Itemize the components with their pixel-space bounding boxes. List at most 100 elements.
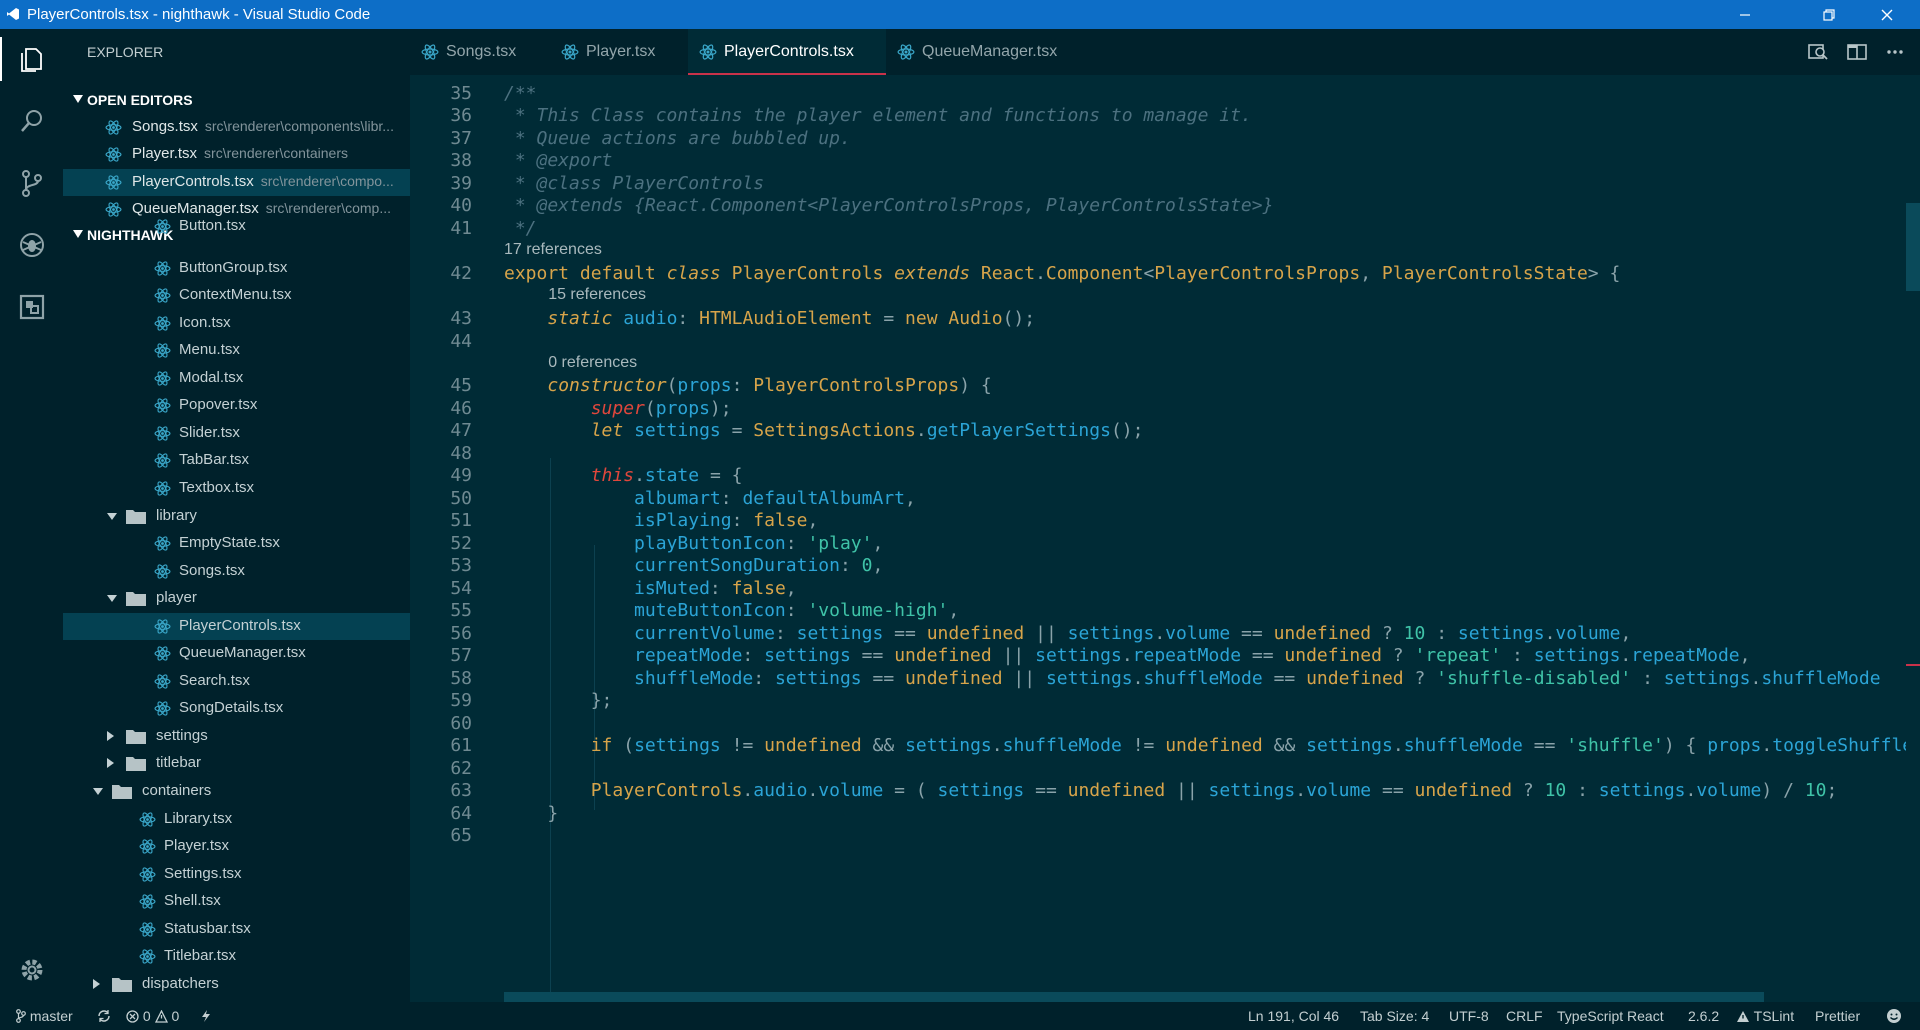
code-text: * @extends {React.Component<PlayerContro… xyxy=(504,195,1274,216)
split-editor-icon[interactable] xyxy=(1846,41,1868,63)
open-editors-section[interactable]: OPEN EDITORS xyxy=(63,88,410,113)
tree-item-label: Modal.tsx xyxy=(179,368,244,386)
tree-file-item[interactable]: Icon.tsx xyxy=(63,310,410,337)
tree-file-item[interactable]: Player.tsx xyxy=(63,833,410,860)
tree-file-item[interactable]: Modal.tsx xyxy=(63,365,410,392)
tree-folder-item[interactable]: player xyxy=(63,585,410,612)
tslint-label: TSLint xyxy=(1753,1008,1795,1024)
tree-file-item[interactable]: Popover.tsx xyxy=(63,392,410,419)
folder-icon xyxy=(125,755,147,772)
activity-search[interactable] xyxy=(0,91,63,151)
code-text: currentSongDuration: 0, xyxy=(634,555,884,576)
horizontal-scrollbar[interactable] xyxy=(504,992,1764,1002)
tree-item-label: SongDetails.tsx xyxy=(179,699,284,717)
activity-manage[interactable] xyxy=(0,940,63,1000)
react-file-icon xyxy=(154,397,171,414)
tree-file-item[interactable]: ButtonGroup.tsx xyxy=(63,255,410,282)
tree-file-item[interactable]: Statusbar.tsx xyxy=(63,916,410,943)
tree-item-label: Settings.tsx xyxy=(164,864,242,882)
activity-explorer[interactable] xyxy=(0,29,63,89)
code-text: PlayerControls.audio.volume = ( settings… xyxy=(590,780,1838,801)
prettier-status[interactable]: Prettier xyxy=(1815,1008,1860,1024)
open-editor-item[interactable]: Player.tsx src\renderer\containers xyxy=(63,141,410,168)
open-editors-label: OPEN EDITORS xyxy=(87,92,193,108)
code-line[interactable]: 65 xyxy=(410,821,1920,848)
chevron-right-icon xyxy=(107,730,114,741)
tree-folder-item[interactable]: dispatchers xyxy=(63,971,410,998)
open-editor-path: src\renderer\components\libr... xyxy=(204,118,394,134)
sync-button[interactable] xyxy=(97,1008,111,1024)
activity-debug[interactable] xyxy=(0,215,63,275)
tree-file-item[interactable]: SongDetails.tsx xyxy=(63,695,410,722)
tree-file-item[interactable]: Menu.tsx xyxy=(63,337,410,364)
problems-status[interactable]: 0 0 xyxy=(126,1008,179,1024)
tree-file-item[interactable]: ContextMenu.tsx xyxy=(63,282,410,309)
close-button[interactable] xyxy=(1864,0,1910,29)
tree-file-item[interactable]: QueueManager.tsx xyxy=(63,640,410,667)
open-editor-item[interactable]: Songs.tsx src\renderer\components\libr... xyxy=(63,114,410,141)
tree-item-label: Statusbar.tsx xyxy=(164,919,251,937)
activity-source-control[interactable] xyxy=(0,153,63,213)
line-number: 47 xyxy=(450,420,472,441)
tree-file-item[interactable]: EmptyState.tsx xyxy=(63,530,410,557)
tree-file-item[interactable]: Search.tsx xyxy=(63,668,410,695)
open-editor-path: src\renderer\containers xyxy=(204,145,348,161)
open-editor-item[interactable]: PlayerControls.tsx src\renderer\compo... xyxy=(63,169,410,196)
tree-file-item[interactable]: TabBar.tsx xyxy=(63,447,410,474)
smiley-icon xyxy=(1887,1009,1901,1023)
chevron-down-icon xyxy=(107,512,117,520)
ts-version[interactable]: 2.6.2 xyxy=(1688,1008,1719,1024)
code-line[interactable]: 41 */ xyxy=(410,214,1920,241)
code-text: */ xyxy=(504,218,537,239)
react-file-icon xyxy=(154,260,171,277)
code-editor[interactable]: 35/** 36 * This Class contains the player… xyxy=(410,75,1920,1002)
cursor-position[interactable]: Ln 191, Col 46 xyxy=(1248,1008,1339,1024)
tree-file-item[interactable]: Settings.tsx xyxy=(63,861,410,888)
tree-item-label: Slider.tsx xyxy=(179,423,240,441)
line-number: 43 xyxy=(450,308,472,329)
tree-folder-item[interactable]: containers xyxy=(63,778,410,805)
react-file-icon xyxy=(139,948,156,965)
more-actions-icon[interactable] xyxy=(1884,41,1906,63)
minimize-button[interactable] xyxy=(1722,0,1768,29)
tree-folder-item[interactable]: titlebar xyxy=(63,750,410,777)
activity-extensions[interactable] xyxy=(0,277,63,337)
line-ending[interactable]: CRLF xyxy=(1506,1008,1543,1024)
tree-file-item[interactable]: Titlebar.tsx xyxy=(63,943,410,970)
line-number: 40 xyxy=(450,195,472,216)
tree-file-item[interactable]: Slider.tsx xyxy=(63,420,410,447)
tree-file-item[interactable]: Shell.tsx xyxy=(63,888,410,915)
language-mode[interactable]: TypeScript React xyxy=(1557,1008,1664,1024)
feedback-button[interactable] xyxy=(1886,1008,1902,1025)
lightning-status[interactable] xyxy=(201,1008,211,1024)
tree-item-label: ButtonGroup.tsx xyxy=(179,258,288,276)
chevron-right-icon xyxy=(93,978,100,989)
tree-folder-item[interactable]: settings xyxy=(63,723,410,750)
tab-playercontrols[interactable]: PlayerControls.tsx xyxy=(688,29,886,75)
vertical-scrollbar[interactable] xyxy=(1906,75,1920,1002)
tree-item-label: settings xyxy=(156,726,208,744)
tree-file-item[interactable]: Button.tsx xyxy=(63,213,410,240)
tab-player[interactable]: Player.tsx xyxy=(550,29,698,75)
tree-file-item[interactable]: Library.tsx xyxy=(63,806,410,833)
react-file-icon xyxy=(154,563,171,580)
tree-file-item[interactable]: Songs.tsx xyxy=(63,558,410,585)
code-line[interactable]: 44 xyxy=(410,327,1920,354)
scrollbar-thumb[interactable] xyxy=(1906,203,1920,291)
code-line[interactable]: 42 export default class PlayerControls ex… xyxy=(410,259,1920,286)
tree-item-label: library xyxy=(156,506,197,524)
open-changes-icon[interactable] xyxy=(1807,41,1829,63)
tab-size[interactable]: Tab Size: 4 xyxy=(1360,1008,1429,1024)
tree-file-item[interactable]: PlayerControls.tsx xyxy=(63,612,410,640)
restore-button[interactable] xyxy=(1806,0,1852,29)
tree-file-item[interactable]: Textbox.tsx xyxy=(63,475,410,502)
tab-songs[interactable]: Songs.tsx xyxy=(410,29,550,75)
tree-folder-item[interactable]: library xyxy=(63,503,410,530)
tab-queuemanager[interactable]: QueueManager.tsx xyxy=(886,29,1086,75)
chevron-down-icon xyxy=(93,788,103,795)
tslint-status[interactable]: TSLint xyxy=(1736,1008,1794,1024)
encoding[interactable]: UTF-8 xyxy=(1449,1008,1489,1024)
react-file-icon xyxy=(154,370,171,387)
git-branch-status[interactable]: master xyxy=(16,1008,73,1024)
files-icon xyxy=(20,48,42,72)
